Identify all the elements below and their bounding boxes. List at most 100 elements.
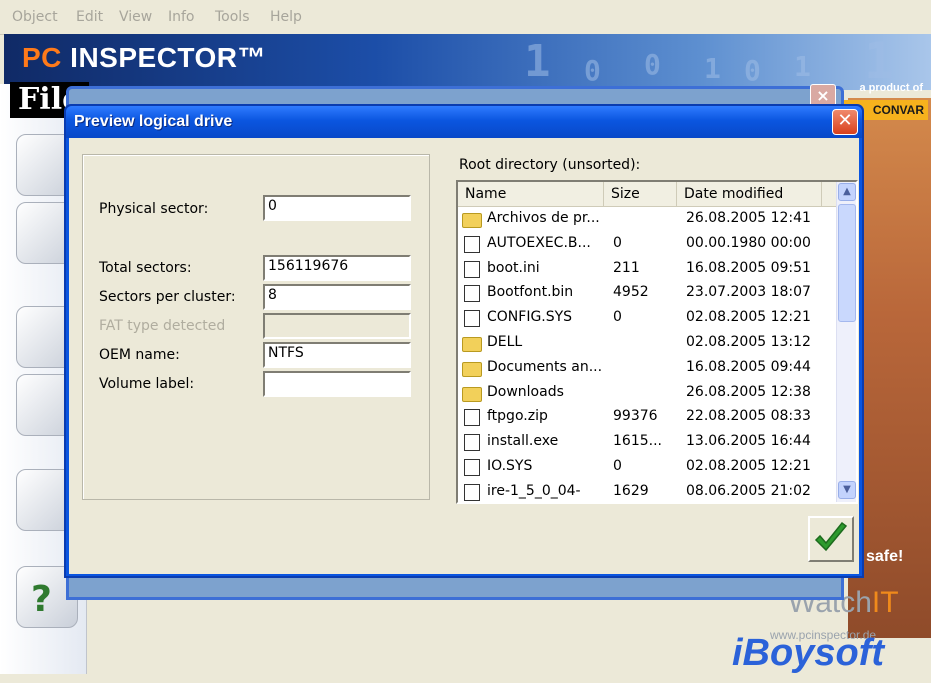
file-name: install.exe <box>487 433 559 450</box>
vertical-scrollbar[interactable]: ▲ ▼ <box>836 182 856 502</box>
list-item[interactable]: AUTOEXEC.B... 0 00.00.1980 00:00 <box>458 231 836 256</box>
list-item[interactable]: Archivos de pr... 26.08.2005 12:41 <box>458 206 836 231</box>
fat-type-label: FAT type detected <box>99 318 226 334</box>
file-name: ftpgo.zip <box>487 408 548 425</box>
file-date: 26.08.2005 12:38 <box>686 383 811 400</box>
sectors-per-cluster-field[interactable]: 8 <box>263 284 411 310</box>
scroll-down-icon[interactable]: ▼ <box>838 481 856 499</box>
app-banner: PC INSPECTOR™ 1 0 0 1 0 1 1 <box>4 34 931 90</box>
pc-inspector-logo: PC INSPECTOR™ <box>22 42 267 73</box>
list-item[interactable]: Bootfont.bin 4952 23.07.2003 18:07 <box>458 280 836 305</box>
file-icon <box>464 235 480 253</box>
close-button[interactable]: ✕ <box>832 109 858 135</box>
list-header: Name Size Date modified <box>458 182 836 207</box>
file-icon <box>464 409 480 427</box>
file-name: AUTOEXEC.B... <box>487 234 591 251</box>
file-size: 0 <box>613 309 622 326</box>
file-size: 1615... <box>613 433 662 450</box>
file-name: Bootfont.bin <box>487 284 574 301</box>
menu-object[interactable]: Object <box>12 9 58 25</box>
file-date: 00.00.1980 00:00 <box>686 234 811 251</box>
volume-label-label: Volume label: <box>99 376 195 392</box>
file-name: IO.SYS <box>487 457 533 474</box>
oem-name-label: OEM name: <box>99 347 180 363</box>
total-sectors-label: Total sectors: <box>99 260 192 276</box>
file-icon <box>464 285 480 303</box>
root-directory-label: Root directory (unsorted): <box>459 157 641 173</box>
file-date: 08.06.2005 21:02 <box>686 482 811 499</box>
file-date: 22.08.2005 08:33 <box>686 408 811 425</box>
iboysoft-watermark: iBoysoft <box>732 632 884 674</box>
file-name: DELL <box>487 333 523 350</box>
physical-sector-field[interactable]: 0 <box>263 195 411 221</box>
file-icon <box>464 458 480 476</box>
file-name: Downloads <box>487 383 564 400</box>
fat-type-field <box>263 313 411 339</box>
scroll-thumb[interactable] <box>838 204 856 322</box>
menu-help[interactable]: Help <box>270 9 302 25</box>
menu-view[interactable]: View <box>119 9 152 25</box>
root-directory-list[interactable]: Name Size Date modified Archivos de pr..… <box>456 180 858 504</box>
file-name: ire-1_5_0_04- <box>487 482 581 499</box>
list-item[interactable]: ire-1_5_0_04- 1629 08.06.2005 21:02 <box>458 479 836 502</box>
file-icon <box>464 434 480 452</box>
volume-label-field[interactable] <box>263 371 411 397</box>
menu-edit[interactable]: Edit <box>76 9 103 25</box>
column-header-size[interactable]: Size <box>604 182 677 206</box>
list-item[interactable]: install.exe 1615... 13.06.2005 16:44 <box>458 429 836 454</box>
promo-safe-text: safe! <box>866 548 904 565</box>
folder-icon <box>462 361 482 377</box>
file-date: 23.07.2003 18:07 <box>686 284 811 301</box>
list-item[interactable]: Downloads 26.08.2005 12:38 <box>458 380 836 405</box>
list-item[interactable]: ftpgo.zip 99376 22.08.2005 08:33 <box>458 404 836 429</box>
file-name: Archivos de pr... <box>487 210 600 226</box>
file-rows: Archivos de pr... 26.08.2005 12:41 AUTOEXE… <box>458 206 836 502</box>
preview-logical-drive-dialog: Preview logical drive ✕ Physical sector:… <box>64 104 864 578</box>
dialog-body: Physical sector: 0 Total sectors: 156119… <box>69 138 859 574</box>
scroll-up-icon[interactable]: ▲ <box>838 183 856 201</box>
total-sectors-field[interactable]: 156119676 <box>263 255 411 281</box>
list-item[interactable]: CONFIG.SYS 0 02.08.2005 12:21 <box>458 305 836 330</box>
list-item[interactable]: boot.ini 211 16.08.2005 09:51 <box>458 256 836 281</box>
file-icon <box>464 310 480 328</box>
folder-icon <box>462 213 482 228</box>
file-icon <box>464 483 480 501</box>
product-of-label: a product of <box>859 82 923 94</box>
menu-info[interactable]: Info <box>168 9 195 25</box>
list-item[interactable]: IO.SYS 0 02.08.2005 12:21 <box>458 454 836 479</box>
physical-sector-label: Physical sector: <box>99 201 209 217</box>
column-header-name[interactable]: Name <box>458 182 604 206</box>
menu-tools[interactable]: Tools <box>215 9 250 25</box>
file-date: 13.06.2005 16:44 <box>686 433 811 450</box>
file-size: 211 <box>613 259 640 276</box>
svg-text:?: ? <box>31 579 52 620</box>
ok-button[interactable] <box>808 516 854 562</box>
drive-info-panel: Physical sector: 0 Total sectors: 156119… <box>82 154 430 500</box>
menu-bar: Object Edit View Info Tools Help <box>0 0 931 35</box>
dialog-title-bar[interactable]: Preview logical drive ✕ <box>66 106 862 138</box>
file-date: 02.08.2005 12:21 <box>686 457 811 474</box>
list-item[interactable]: Documents an... 16.08.2005 09:44 <box>458 355 836 380</box>
folder-icon <box>462 386 482 402</box>
file-size: 0 <box>613 234 622 251</box>
pc-inspector-app-window: Object Edit View Info Tools Help PC INSP… <box>0 0 931 683</box>
file-size: 4952 <box>613 284 649 301</box>
file-date: 26.08.2005 12:41 <box>686 210 811 226</box>
file-name: Documents an... <box>487 358 603 375</box>
file-date: 02.08.2005 12:21 <box>686 309 811 326</box>
file-name: CONFIG.SYS <box>487 309 573 326</box>
file-icon <box>464 260 480 278</box>
file-size: 0 <box>613 457 622 474</box>
column-header-date[interactable]: Date modified <box>677 182 822 206</box>
oem-name-field[interactable]: NTFS <box>263 342 411 368</box>
file-date: 16.08.2005 09:44 <box>686 358 811 375</box>
folder-icon <box>462 336 482 352</box>
file-size: 99376 <box>613 408 658 425</box>
file-name: boot.ini <box>487 259 540 276</box>
checkmark-icon <box>814 521 848 552</box>
file-date: 02.08.2005 13:12 <box>686 333 811 350</box>
list-item[interactable]: DELL 02.08.2005 13:12 <box>458 330 836 355</box>
file-size: 1629 <box>613 482 649 499</box>
sectors-per-cluster-label: Sectors per cluster: <box>99 289 236 305</box>
dialog-title: Preview logical drive <box>74 113 233 130</box>
